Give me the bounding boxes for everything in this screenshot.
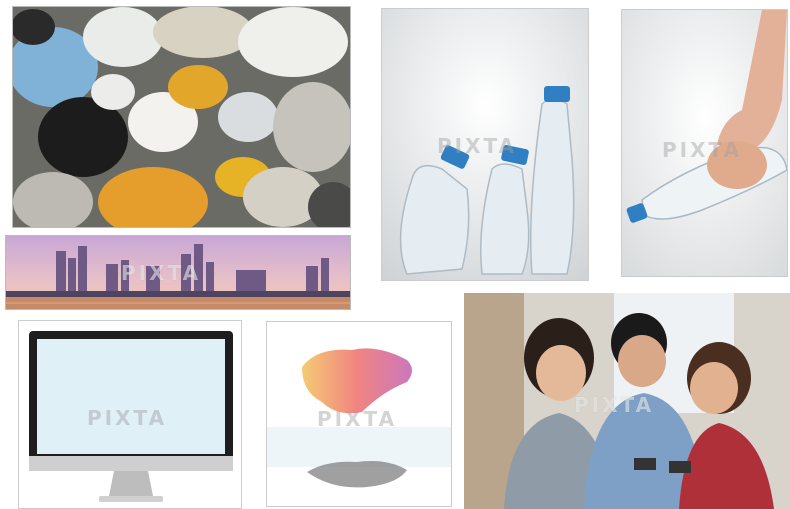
crushed-bottles-photo: PIXTA [381, 8, 589, 281]
garbage-photo [12, 6, 351, 228]
friends-smartphones-photo: PIXTA [464, 293, 790, 509]
monitor-photo: PIXTA [18, 320, 242, 509]
watermark-friends: PIXTA [574, 393, 655, 417]
watermark-map: PIXTA [317, 407, 398, 431]
watermark-monitor: PIXTA [87, 406, 168, 430]
watermark-bottles: PIXTA [437, 134, 518, 158]
watermark-skyline: PIXTA [121, 261, 202, 285]
dotted-map-illustration: PIXTA [266, 321, 452, 507]
watermark-hand-bottle: PIXTA [662, 138, 743, 162]
hand-bottle-photo: PIXTA [621, 9, 788, 277]
city-skyline-photo: PIXTA [5, 235, 351, 310]
